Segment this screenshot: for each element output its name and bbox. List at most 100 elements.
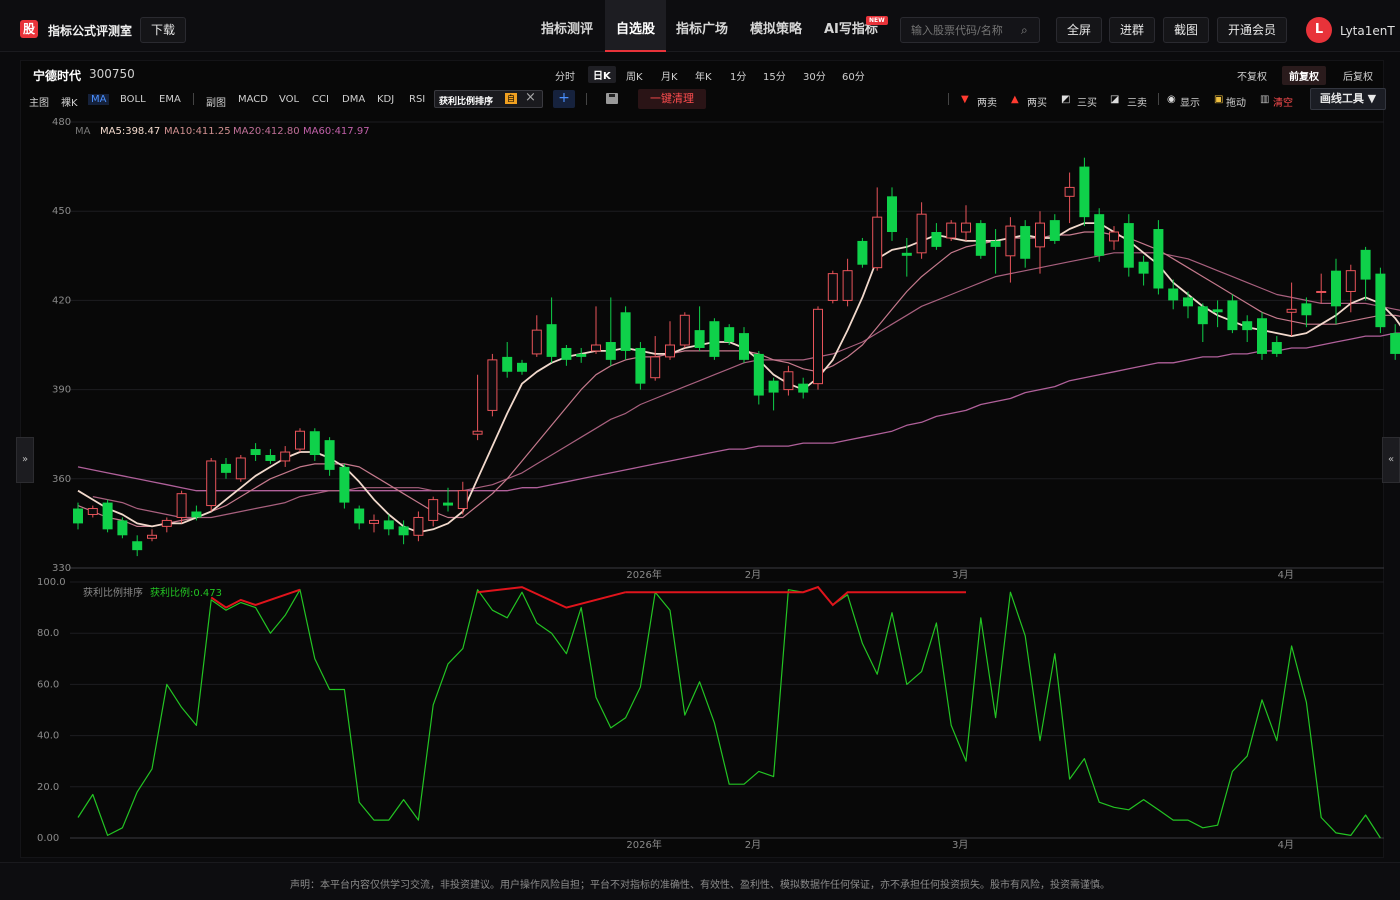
candle-body [443,502,453,506]
candle [561,345,572,366]
candle-body [309,431,320,456]
candle-body [887,196,897,233]
moving-average-lines [77,222,1400,534]
candle-body [1375,273,1386,328]
candle-body [1257,318,1267,354]
expand-left-panel-button[interactable]: » [16,437,34,483]
candle-body [517,362,527,372]
candle [739,327,749,363]
y-tick-label: 480 [52,117,71,128]
candle-body [990,240,1001,247]
candle [1331,258,1341,325]
y-tick-label: 20.0 [37,782,59,793]
expand-right-panel-button[interactable]: « [1382,437,1400,483]
main-y-axis: 480 450 420 390 360 330 [52,117,71,574]
candle-body [872,216,883,269]
ma20-legend: MA20:412.80 [233,126,300,137]
candle [324,437,335,476]
candle-body [1020,226,1031,259]
candle [887,187,897,241]
candle-body [1035,222,1045,248]
candle [1064,172,1075,224]
candle-body [1390,333,1400,354]
candle [709,318,720,360]
candle-body [975,223,986,256]
profit-ratio-value: 获利比例:0.473 [150,586,222,599]
candle [650,336,661,381]
candle [1286,282,1297,337]
candle [1242,315,1253,343]
candle [1301,297,1312,328]
candle [517,359,527,375]
candle [857,237,868,268]
candle [502,342,513,378]
candle [1390,324,1400,360]
candle-body [176,493,187,518]
candle-body [842,270,853,301]
candle-body [1360,249,1371,280]
candle-body [1301,303,1312,316]
y-tick-label: 390 [52,385,71,396]
x-tick-label: 3月 [952,569,968,581]
candle [591,306,601,354]
candle [428,496,439,527]
candle [1360,246,1371,301]
candle-body [295,430,305,450]
candle-body [724,327,735,343]
candle-body [857,240,868,265]
candle [1138,255,1149,286]
candle-body [1316,290,1327,293]
candle-body [1079,166,1090,218]
candle [1049,214,1060,244]
candle [161,517,172,533]
candle [531,315,542,357]
y-tick-label: 450 [52,206,71,217]
ma5-legend: MA5:398.47 [100,126,160,137]
candle-body [694,330,705,348]
candle [1257,312,1267,360]
candle [665,321,675,360]
candle-body [798,383,809,393]
candle [1153,220,1164,295]
candle-body [413,516,424,536]
sub-indicator-name: 获利比例排序 [83,586,143,599]
candle [457,481,468,515]
candle [354,505,365,530]
profit-top-line [625,585,966,607]
candle [132,535,143,557]
y-tick-label: 100.0 [37,577,66,588]
candle [990,229,1001,274]
candle [620,306,631,360]
profit-ratio-line [77,586,1381,839]
ma5-line [77,222,1400,534]
candle-body [1138,261,1149,274]
candle-body [531,329,542,355]
ma10-line [77,231,1400,527]
candle [753,350,764,405]
candle-body [1271,342,1282,354]
candle-body [1345,270,1356,292]
candle-body [383,520,394,530]
candle-body [324,440,335,470]
candle-body [1212,309,1223,313]
candle [1123,214,1134,277]
candle [783,365,794,396]
profit-top-line [210,588,301,609]
candle-body [354,508,365,524]
candle-body [191,511,202,518]
candle [946,220,957,241]
candle-body [1049,220,1060,241]
candle-body [635,347,646,384]
candle [901,237,912,277]
candle [827,270,838,304]
candle-body [132,541,143,551]
y-tick-label: 60.0 [37,679,59,690]
candle [872,187,883,271]
chart-grid [70,121,1384,839]
candle-body [576,353,587,357]
candle-body [87,508,98,515]
candle [413,511,424,542]
kline-chart[interactable]: 480 450 420 390 360 330 2026年 2月 3月 4月 100.0 80.0… [0,0,1400,900]
candle-body [1227,300,1238,331]
sub-y-axis: 100.0 80.0 60.0 40.0 20.0 0.00 [37,577,66,844]
